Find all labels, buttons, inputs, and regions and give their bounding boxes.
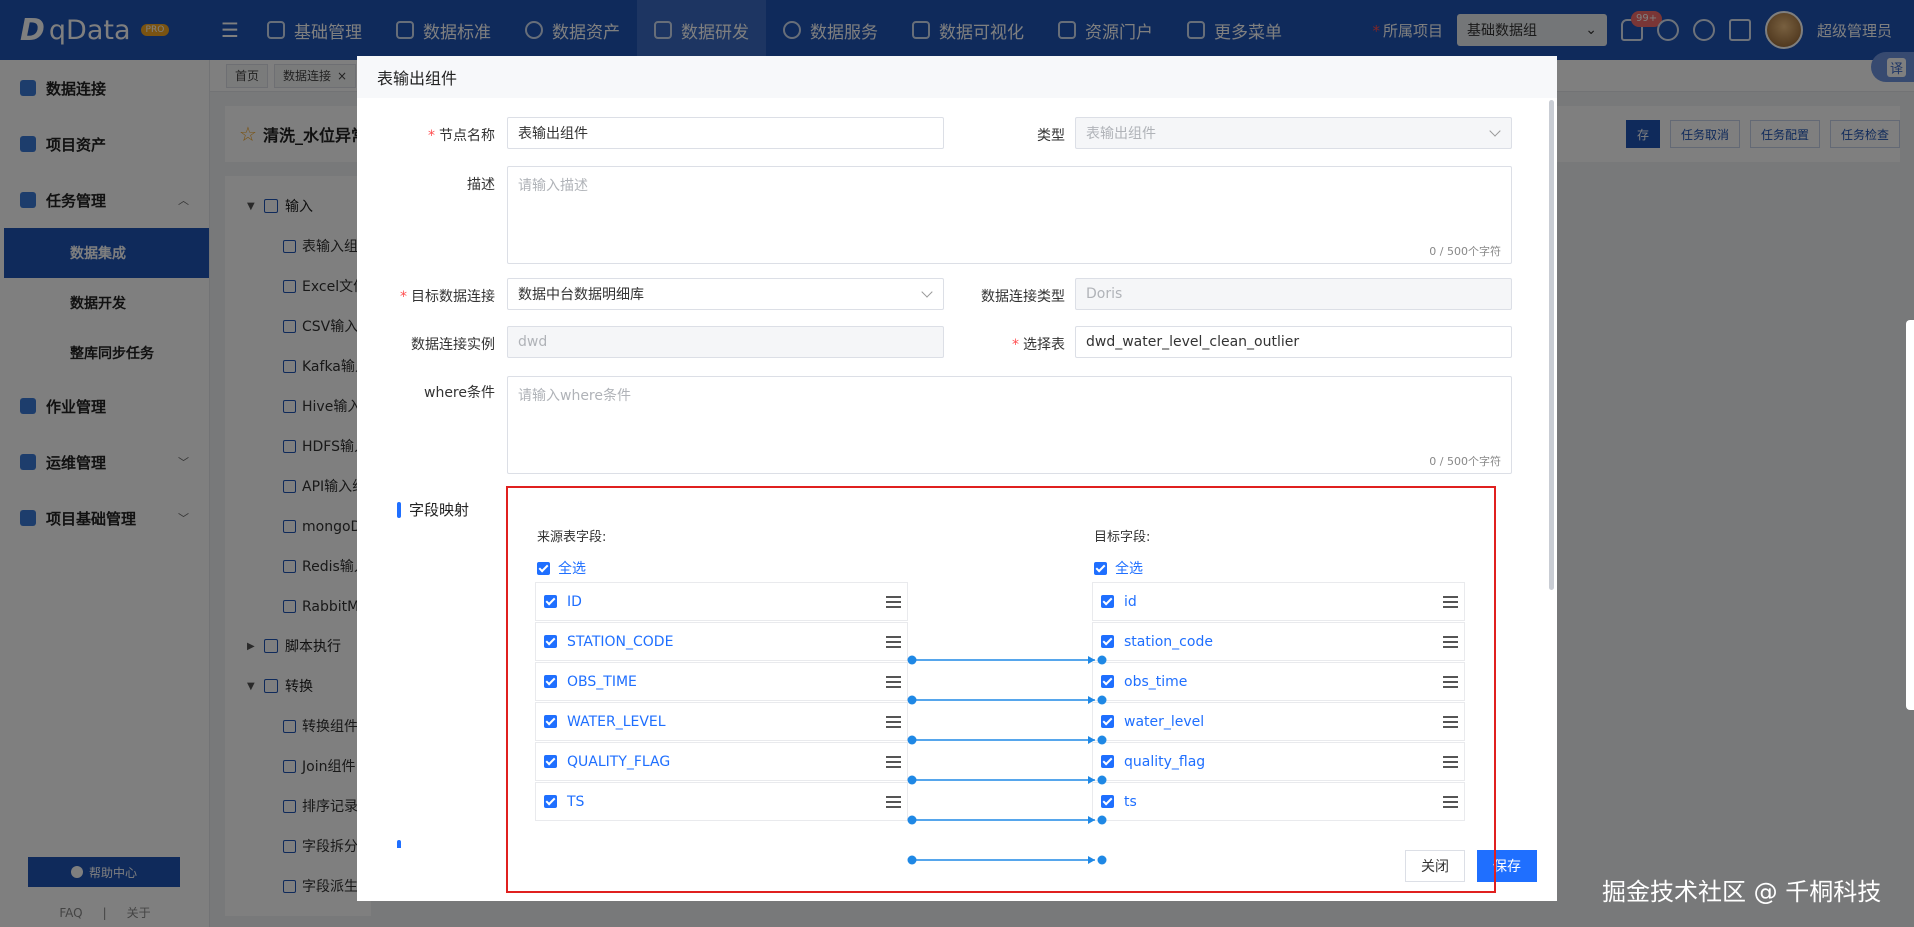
type-label: 类型 [1037, 128, 1065, 144]
drag-handle-icon [1443, 596, 1458, 608]
drag-handle-icon [1443, 756, 1458, 768]
mapping-link [907, 695, 1107, 705]
drag-handle-icon [886, 756, 901, 768]
target-field-row[interactable]: id [1092, 582, 1465, 621]
mapping-link [907, 735, 1107, 745]
drag-handle-icon [886, 676, 901, 688]
connection-instance-input: dwd [507, 326, 944, 358]
target-field-row[interactable]: ts [1092, 782, 1465, 821]
description-label: 描述 [467, 177, 495, 193]
checkbox [544, 755, 557, 768]
source-field-row[interactable]: WATER_LEVEL [535, 702, 908, 741]
source-field-row[interactable]: OBS_TIME [535, 662, 908, 701]
mapping-link [907, 815, 1107, 825]
char-count: 0 / 500个字符 [1429, 245, 1501, 258]
drag-handle-icon [1443, 636, 1458, 648]
target-field-row[interactable]: water_level [1092, 702, 1465, 741]
connection-type-label: 数据连接类型 [981, 289, 1065, 305]
mapping-link [907, 655, 1107, 665]
drag-handle-icon [1443, 796, 1458, 808]
checkbox [544, 795, 557, 808]
next-section-title [397, 834, 457, 848]
target-fields-title: 目标字段: [1094, 530, 1151, 545]
checkbox [544, 595, 557, 608]
select-table-input[interactable]: dwd_water_level_clean_outlier [1075, 326, 1512, 358]
connection-type-input: Doris [1075, 278, 1512, 310]
drag-handle-icon [1443, 676, 1458, 688]
select-table-label: * 选择表 [1012, 337, 1065, 353]
source-select-all[interactable]: 全选 [537, 558, 586, 578]
save-button[interactable]: 保存 [1477, 850, 1537, 882]
close-button[interactable]: 关闭 [1405, 850, 1465, 882]
drag-handle-icon [886, 716, 901, 728]
target-field-row[interactable]: obs_time [1092, 662, 1465, 701]
drag-handle-icon [886, 636, 901, 648]
checkbox [1101, 595, 1114, 608]
checkbox [544, 715, 557, 728]
source-field-row[interactable]: TS [535, 782, 908, 821]
chevron-down-icon [1489, 125, 1501, 137]
mapping-link [907, 855, 1107, 865]
mapping-connectors [907, 655, 1107, 865]
description-textarea[interactable]: 请输入描述 0 / 500个字符 [507, 166, 1512, 264]
mapping-link [907, 775, 1107, 785]
dialog-scrollbar[interactable] [1549, 100, 1554, 590]
dialog-title: 表输出组件 [357, 56, 1557, 98]
target-connection-select[interactable]: 数据中台数据明细库 [507, 278, 944, 310]
target-select-all[interactable]: 全选 [1094, 558, 1143, 578]
field-mapping-title: 字段映射 [397, 499, 469, 520]
checkbox [1094, 561, 1107, 575]
source-fields-title: 来源表字段: [537, 530, 607, 545]
drag-handle-icon [1443, 716, 1458, 728]
where-label: where条件 [424, 385, 495, 401]
char-count: 0 / 500个字符 [1429, 455, 1501, 468]
where-textarea[interactable]: 请输入where条件 0 / 500个字符 [507, 376, 1512, 474]
target-field-row[interactable]: station_code [1092, 622, 1465, 661]
target-connection-label: * 目标数据连接 [400, 289, 495, 305]
drag-handle-icon [886, 796, 901, 808]
connection-instance-label: 数据连接实例 [411, 337, 495, 353]
checkbox [544, 675, 557, 688]
drag-handle-icon [886, 596, 901, 608]
table-output-dialog: 表输出组件 * 节点名称 表输出组件 类型 表输出组件 描述 请输入描述 0 / 5… [357, 56, 1557, 901]
checkbox [537, 561, 550, 575]
source-field-row[interactable]: ID [535, 582, 908, 621]
side-panel-edge [1906, 320, 1914, 710]
checkbox [544, 635, 557, 648]
source-field-row[interactable]: QUALITY_FLAG [535, 742, 908, 781]
source-field-row[interactable]: STATION_CODE [535, 622, 908, 661]
node-name-input[interactable]: 表输出组件 [507, 117, 944, 149]
type-select: 表输出组件 [1075, 117, 1512, 149]
target-field-row[interactable]: quality_flag [1092, 742, 1465, 781]
watermark: 掘金技术社区 @ 千桐科技 [1602, 878, 1882, 906]
node-name-label: * 节点名称 [428, 128, 495, 144]
